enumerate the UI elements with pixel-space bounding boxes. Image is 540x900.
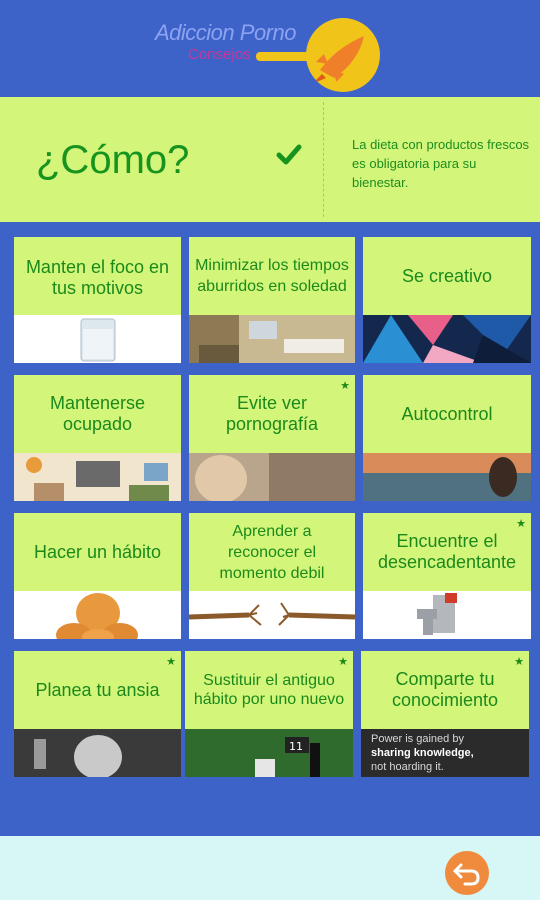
banner-divider (323, 102, 324, 217)
rope-image (189, 591, 355, 639)
banner-text: La dieta con productos frescos es obliga… (352, 137, 530, 190)
tile-label: Encuentre el desencadentante (377, 531, 517, 572)
tile-label: Evite ver pornografía (225, 393, 319, 434)
tile-label: Hacer un hábito (33, 541, 162, 562)
tip-tile-plan[interactable]: Planea tu ansia ★ (14, 651, 181, 777)
svg-text:11: 11 (289, 740, 303, 753)
trigger-image (363, 591, 531, 639)
quote-line-1: Power is gained by (371, 733, 464, 745)
banner-title: ¿Cómo? (36, 138, 190, 182)
check-icon (276, 142, 302, 172)
tile-label: Sustituir el antiguo hábito por uno nuev… (193, 672, 345, 708)
back-arrow-icon (453, 863, 480, 886)
tile-label: Minimizar los tiempos aburridos en soled… (195, 257, 349, 295)
glass-image (14, 315, 181, 363)
tile-label: Autocontrol (401, 403, 493, 424)
tip-tile-weak-moment[interactable]: Aprender a reconocer el momento debil (189, 513, 355, 639)
sea-image (363, 453, 531, 501)
quote-line-3: not hoarding it. (371, 761, 444, 773)
back-button[interactable] (445, 851, 489, 895)
star-icon: ★ (166, 655, 176, 668)
tile-label: Comparte tu conocimiento (391, 669, 499, 710)
star-icon: ★ (340, 379, 350, 392)
tile-label: Manten el foco en tus motivos (25, 257, 170, 298)
app-title: Adiccion Porno (155, 20, 296, 45)
desk-image (14, 453, 181, 501)
tip-tile-habit[interactable]: Hacer un hábito (14, 513, 181, 639)
rocket-icon (306, 18, 380, 92)
star-icon: ★ (338, 655, 348, 668)
tip-tile-creative[interactable]: Se creativo (363, 237, 531, 363)
tip-tile-avoid[interactable]: Evite ver pornografía ★ (189, 375, 355, 501)
tip-tile-share[interactable]: Comparte tu conocimiento ★ Power is gain… (361, 651, 529, 777)
quote-line-2: sharing knowledge, (371, 747, 474, 759)
tip-tile-focus[interactable]: Manten el foco en tus motivos (14, 237, 181, 363)
tip-tile-trigger[interactable]: Encuentre el desencadentante ★ (363, 513, 531, 639)
share-quote-image: Power is gained by sharing knowledge, no… (361, 729, 529, 777)
tips-grid: Manten el foco en tus motivos Minimizar … (0, 222, 540, 834)
star-icon: ★ (516, 517, 526, 530)
room-image (189, 315, 355, 363)
tip-tile-replace[interactable]: Sustituir el antiguo hábito por uno nuev… (185, 651, 353, 777)
tip-tile-busy[interactable]: Mantenerse ocupado (14, 375, 181, 501)
tip-tile-selfcontrol[interactable]: Autocontrol (363, 375, 531, 501)
face-image (189, 453, 355, 501)
abstract-image (363, 315, 531, 363)
tile-label: Aprender a reconocer el momento debil (219, 522, 325, 582)
thinking-man-image (14, 729, 181, 777)
eggs-image (14, 591, 181, 639)
tile-label: Planea tu ansia (35, 679, 160, 700)
app-subtitle: Consejos (188, 46, 251, 63)
tile-label: Mantenerse ocupado (49, 393, 146, 434)
tip-tile-boredom[interactable]: Minimizar los tiempos aburridos en soled… (189, 237, 355, 363)
star-icon: ★ (514, 655, 524, 668)
tile-label: Se creativo (401, 265, 493, 286)
app-header: Adiccion Porno Consejos (0, 0, 540, 95)
substitution-image: 11 (185, 729, 353, 777)
